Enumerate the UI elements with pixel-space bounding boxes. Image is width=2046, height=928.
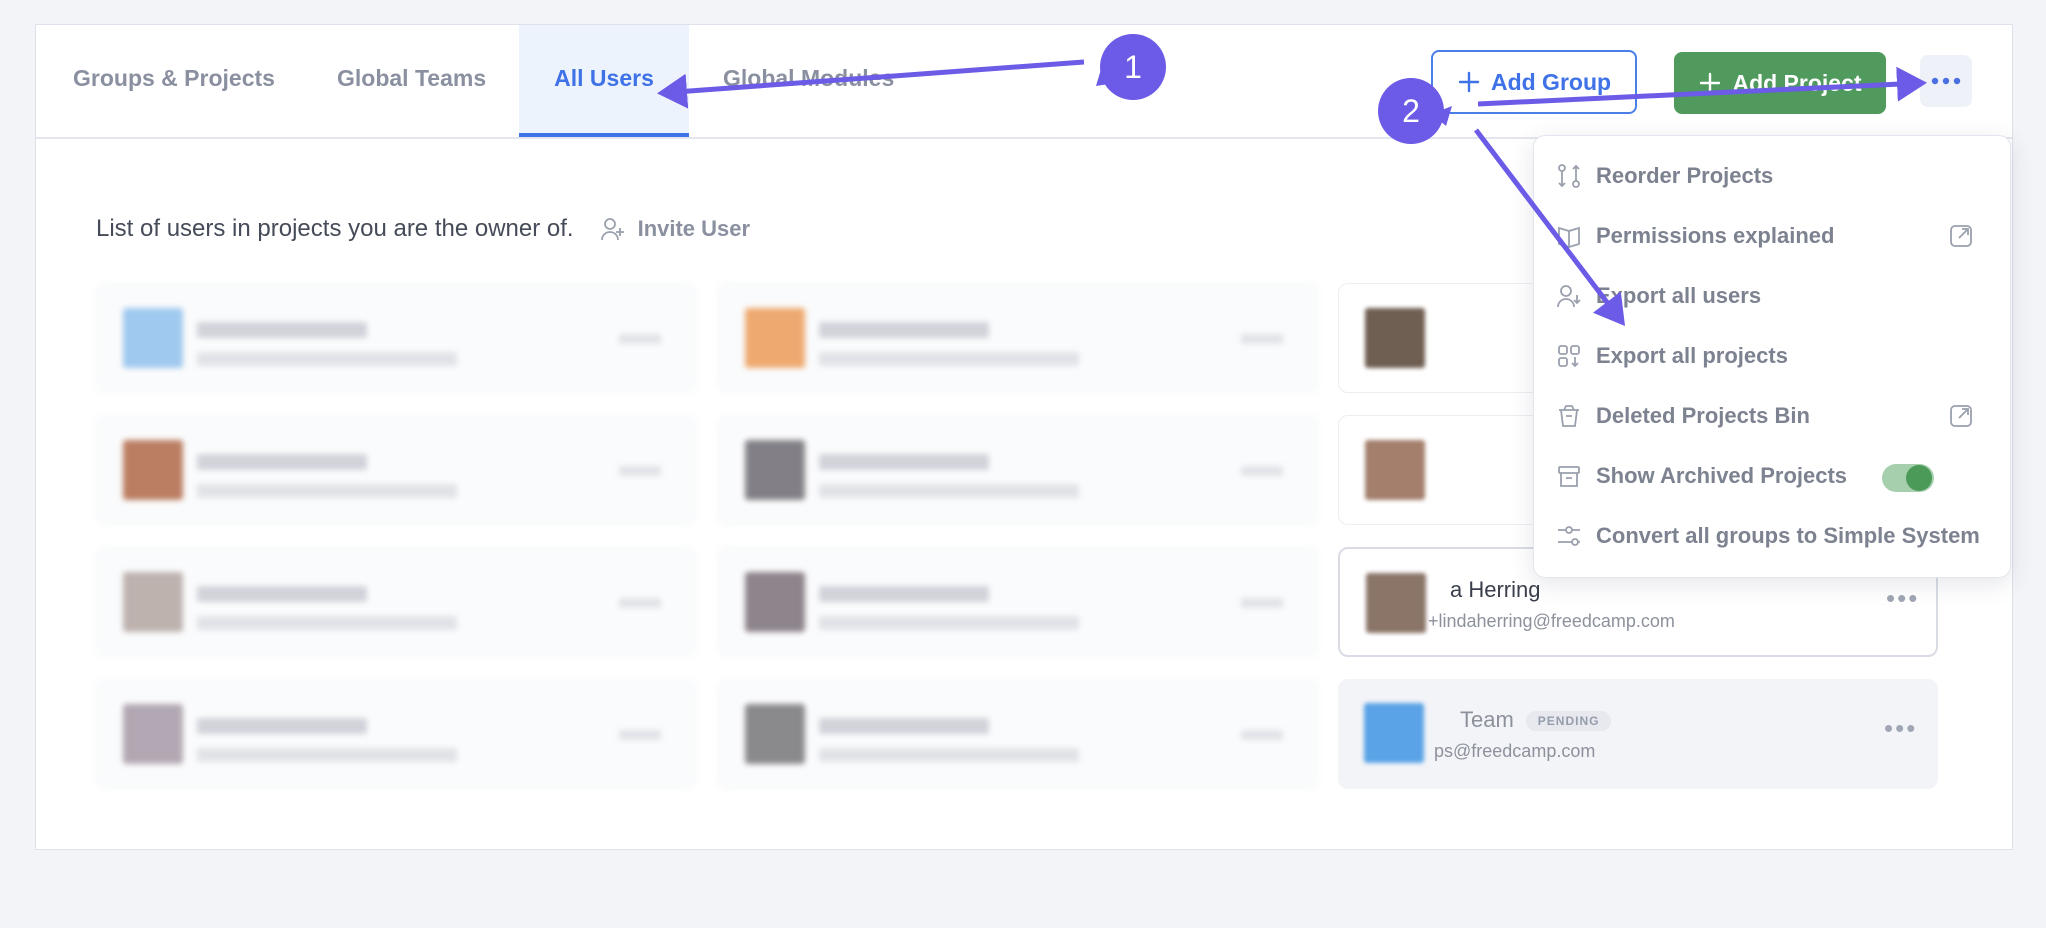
user-card[interactable]: [96, 547, 696, 657]
archive-icon: [1558, 466, 1580, 487]
export-projects-icon: [1558, 345, 1580, 368]
invite-user-label: Invite User: [637, 216, 751, 241]
step-2-badge: 2: [1378, 78, 1444, 144]
add-group-button[interactable]: Add Group: [1431, 50, 1637, 114]
avatar: [123, 440, 183, 500]
sliders-icon: [1558, 526, 1580, 546]
trash-bin-icon: [1559, 405, 1579, 427]
avatar: [123, 572, 183, 632]
menu-item-deleted-projects-bin[interactable]: Deleted Projects Bin: [1556, 396, 1996, 436]
menu-item-label: Export all users: [1596, 283, 1762, 308]
user-card[interactable]: [96, 679, 696, 789]
avatar: [1365, 308, 1425, 368]
add-project-label: Add Project: [1732, 69, 1862, 96]
avatar: [745, 308, 805, 368]
user-card-team[interactable]: Team PENDING ps@freedcamp.com •••: [1338, 679, 1938, 789]
external-link-icon: [1950, 405, 1972, 427]
user-name-row: Team PENDING: [1460, 707, 1612, 733]
add-user-icon: [600, 218, 624, 241]
add-project-button[interactable]: Add Project: [1674, 52, 1886, 114]
avatar: [123, 704, 183, 764]
user-email: +lindaherring@freedcamp.com: [1428, 611, 1675, 631]
toggle-knob: [1906, 465, 1932, 491]
menu-item-label: Export all projects: [1596, 343, 1788, 368]
menu-item-label: Convert all groups to Simple System: [1596, 523, 1980, 548]
avatar: [745, 440, 805, 500]
menu-item-show-archived[interactable]: Show Archived Projects: [1556, 456, 1996, 496]
avatar: [745, 704, 805, 764]
tab-groups-projects[interactable]: Groups & Projects: [73, 25, 275, 137]
step-1-badge: 1: [1100, 34, 1166, 100]
more-options-menu: Reorder Projects Permissions explained E…: [1533, 135, 2011, 578]
more-dots-icon: [1931, 77, 1961, 85]
user-card[interactable]: [96, 283, 696, 393]
user-card[interactable]: [718, 679, 1318, 789]
avatar: [1365, 440, 1425, 500]
intro-text: List of users in projects you are the ow…: [96, 215, 574, 242]
menu-item-permissions-explained[interactable]: Permissions explained: [1556, 216, 1996, 256]
main-panel: Groups & Projects Global Teams All Users…: [35, 24, 2013, 850]
tab-global-modules[interactable]: Global Modules: [723, 25, 894, 137]
more-options-button[interactable]: [1920, 55, 1972, 107]
menu-item-export-users[interactable]: Export all users: [1556, 276, 1996, 316]
menu-item-convert-simple-system[interactable]: Convert all groups to Simple System: [1556, 516, 1996, 556]
export-users-icon: [1557, 285, 1581, 308]
avatar: [1366, 573, 1426, 633]
menu-item-label: Deleted Projects Bin: [1596, 403, 1810, 428]
avatar: [1364, 703, 1424, 763]
book-icon: [1558, 226, 1580, 248]
user-card[interactable]: [718, 415, 1318, 525]
invite-user-link[interactable]: Invite User: [600, 216, 751, 242]
tab-bar: Groups & Projects Global Teams All Users…: [36, 25, 2012, 139]
plus-icon: [1700, 72, 1721, 94]
add-group-label: Add Group: [1490, 68, 1612, 95]
menu-item-label: Show Archived Projects: [1596, 463, 1848, 488]
tab-global-teams[interactable]: Global Teams: [337, 25, 486, 137]
user-card[interactable]: [96, 415, 696, 525]
avatar: [745, 572, 805, 632]
menu-item-label: Reorder Projects: [1596, 163, 1774, 188]
user-email: ps@freedcamp.com: [1434, 741, 1596, 761]
reorder-icon: [1558, 164, 1580, 188]
menu-item-label: Permissions explained: [1596, 223, 1835, 248]
avatar: [123, 308, 183, 368]
user-card[interactable]: [718, 283, 1318, 393]
row-more-button[interactable]: •••: [1884, 713, 1917, 744]
external-link-icon: [1950, 225, 1972, 247]
user-card[interactable]: [718, 547, 1318, 657]
user-name: Team: [1460, 707, 1514, 732]
row-more-button[interactable]: •••: [1886, 583, 1919, 614]
archived-toggle[interactable]: [1882, 464, 1934, 492]
intro-row: List of users in projects you are the ow…: [96, 215, 750, 243]
plus-icon: [1458, 71, 1480, 93]
status-badge: PENDING: [1525, 711, 1612, 732]
menu-item-reorder-projects[interactable]: Reorder Projects: [1556, 156, 1996, 196]
menu-item-export-projects[interactable]: Export all projects: [1556, 336, 1996, 376]
tab-all-users[interactable]: All Users: [519, 25, 689, 137]
user-name: a Herring: [1450, 577, 1541, 602]
